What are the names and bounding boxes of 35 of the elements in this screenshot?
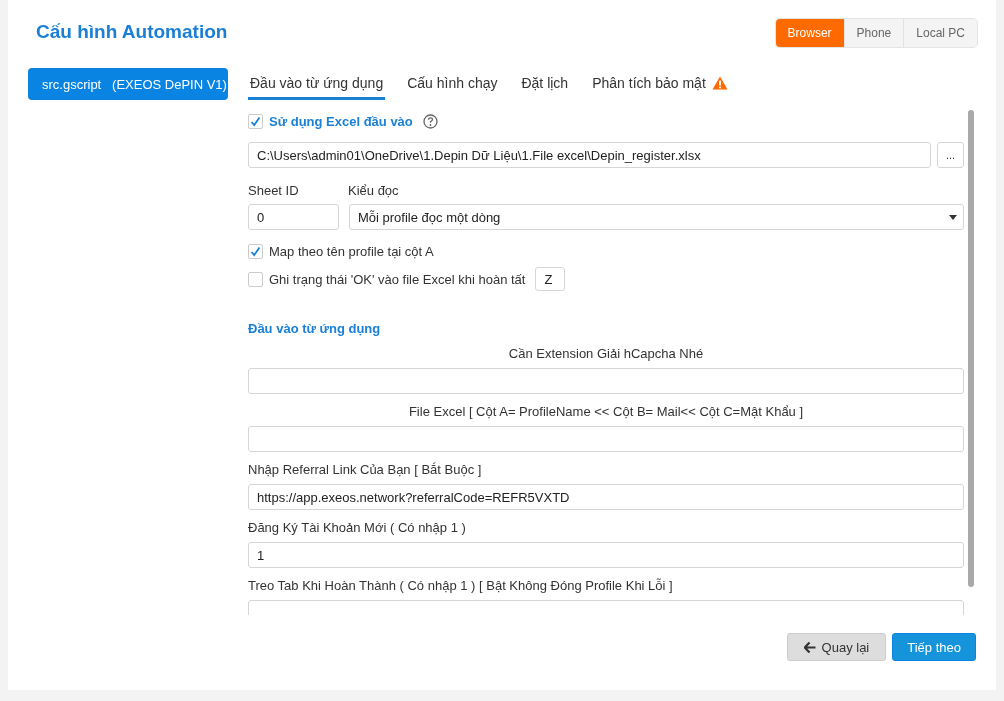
checkbox-label: Sử dụng Excel đầu vào (269, 114, 413, 129)
column-field[interactable]: Z (535, 267, 566, 291)
field-label: Nhập Referral Link Của Bạn [ Bắt Buộc ] (248, 462, 483, 477)
field-label: Cần Extension Giải hCapcha Nhé (507, 346, 705, 361)
checkbox-label: Map theo tên profile tại cột A (269, 244, 434, 259)
text-field[interactable]: 1 (248, 542, 964, 568)
field-label: Sheet ID (248, 183, 300, 198)
sheet-id-field[interactable]: 0 (248, 204, 339, 230)
checkbox-label: Ghi trạng thái 'OK' vào file Excel khi hoàn tất (269, 271, 526, 287)
browse-button[interactable]: ... (937, 142, 964, 168)
field-label: File Excel [ Cột A= ProfileName << Cột B= Mail<< Cột C=Mật Khẩu ] (407, 404, 805, 419)
field-label: Đăng Ký Tài Khoản Mới ( Có nhập 1 ) (248, 520, 467, 535)
checkbox[interactable] (248, 271, 263, 287)
script-item[interactable]: src.gscript (EXEOS DePIN V1) (28, 68, 228, 100)
caret-icon (949, 214, 957, 220)
back-button[interactable]: Quay lại (786, 633, 887, 661)
file-path-field[interactable]: C:\Users\admin01\OneDrive\1.Depin Dữ Liệu\1.File excel\Depin_register.xlsx (248, 142, 931, 168)
text-field[interactable]: https://app.exeos.network?referralCode=REFR5VXTD (248, 484, 964, 510)
field-label: Kiểu đọc (348, 183, 399, 198)
arrow-left-icon (803, 641, 816, 653)
tab[interactable]: Đầu vào từ ứng dụng (248, 68, 386, 100)
platform-tab[interactable]: Local PC (903, 19, 977, 47)
help-icon[interactable] (422, 114, 438, 129)
tab[interactable]: Cấu hình chạy (405, 68, 500, 100)
tab[interactable]: Phân tích bảo mật (590, 68, 730, 100)
read-mode-dropdown[interactable]: Mỗi profile đọc một dòng (349, 204, 964, 230)
text-field[interactable] (248, 426, 964, 452)
section-title: Đầu vào từ ứng dụng (248, 321, 382, 336)
checkbox[interactable] (248, 114, 263, 129)
checkbox[interactable] (248, 244, 263, 259)
tab[interactable]: Đặt lịch (519, 68, 571, 100)
text-field[interactable] (248, 368, 964, 394)
page-title: Cấu hình Automation (36, 21, 228, 43)
field-label: Treo Tab Khi Hoàn Thành ( Có nhập 1 ) [ Bật Không Đóng Profile Khi Lỗi ] (248, 578, 674, 593)
scrollbar-thumb[interactable] (968, 110, 974, 587)
